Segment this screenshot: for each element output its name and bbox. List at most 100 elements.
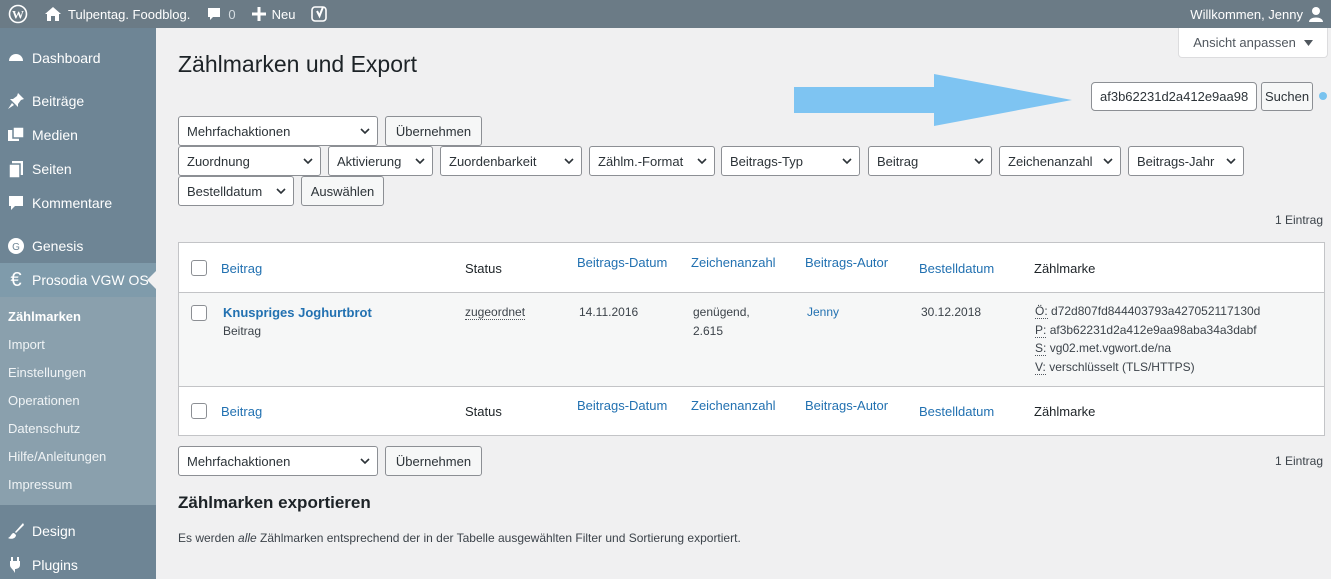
filter-label: Beitrags-Typ: [730, 153, 803, 169]
filter-apply-button[interactable]: Auswählen: [301, 176, 384, 206]
filter-beitrags-typ[interactable]: Beitrags-Typ: [721, 146, 860, 176]
caret-down-icon: [1303, 39, 1313, 46]
chevron-down-icon: [1103, 158, 1113, 165]
filter-label: Zuordnung: [187, 153, 250, 169]
select-all-checkbox-bottom[interactable]: [191, 403, 207, 419]
filter-beitrags-jahr[interactable]: Beitrags-Jahr: [1128, 146, 1244, 176]
submenu-einstellungen[interactable]: Einstellungen: [0, 359, 156, 387]
order-date: 30.12.2018: [921, 305, 982, 319]
screen-options-label: Ansicht anpassen: [1193, 35, 1296, 50]
comments-count: 0: [228, 6, 236, 22]
char-count-value: 2.615: [693, 324, 724, 338]
filter-zeichenanzahl[interactable]: Zeichenanzahl: [999, 146, 1121, 176]
token-value: d72d807fd844403793a427052117130d: [1051, 304, 1261, 318]
filter-bestelldatum[interactable]: Bestelldatum: [178, 176, 294, 206]
filter-label: Aktivierung: [337, 153, 402, 169]
welcome-text: Willkommen, Jenny: [1190, 6, 1303, 22]
select-all-checkbox[interactable]: [191, 260, 207, 276]
bulk-actions-select-bottom[interactable]: Mehrfachaktionen: [178, 446, 378, 476]
column-beitrags-datum-footer[interactable]: Beitrags-Datum: [577, 398, 667, 413]
filter-beitrag[interactable]: Beitrag: [868, 146, 992, 176]
chevron-down-icon: [415, 158, 425, 165]
filter-aktivierung[interactable]: Aktivierung: [328, 146, 433, 176]
filter-zuordenbarkeit[interactable]: Zuordenbarkeit: [440, 146, 582, 176]
submenu-hilfe[interactable]: Hilfe/Anleitungen: [0, 443, 156, 471]
menu-plugins[interactable]: Plugins: [0, 548, 156, 579]
site-name-link[interactable]: Tulpentag. Foodblog.: [36, 0, 198, 28]
submenu-zaehlmarken[interactable]: Zählmarken: [0, 303, 156, 331]
comment-icon: [208, 8, 221, 20]
comments-link[interactable]: 0: [198, 0, 243, 28]
menu-label: Genesis: [32, 238, 84, 254]
menu-comments[interactable]: Kommentare: [0, 186, 156, 220]
item-count-top: 1 Eintrag: [1275, 213, 1324, 227]
author-link[interactable]: Jenny: [807, 305, 839, 319]
token-server-line: S: vg02.met.vgwort.de/na: [1035, 339, 1260, 358]
search-button[interactable]: Suchen: [1261, 82, 1313, 111]
menu-genesis[interactable]: G Genesis: [0, 229, 156, 263]
chevron-down-icon: [276, 188, 286, 195]
table-row: Knuspriges Joghurtbrot Beitrag zugeordne…: [179, 292, 1324, 387]
token-key: S:: [1035, 341, 1047, 356]
filter-label: Zeichenanzahl: [1008, 153, 1093, 169]
menu-label: Seiten: [32, 161, 72, 177]
apply-button-bottom[interactable]: Übernehmen: [385, 446, 482, 476]
row-checkbox[interactable]: [191, 305, 207, 321]
svg-text:G: G: [12, 242, 20, 253]
bulk-actions-select-top[interactable]: Mehrfachaktionen: [178, 116, 378, 146]
export-description: Es werden alle Zählmarken entsprechend d…: [178, 531, 741, 545]
status-value: zugeordnet: [465, 305, 526, 320]
export-heading: Zählmarken exportieren: [178, 493, 371, 512]
chevron-down-icon: [1226, 158, 1236, 165]
column-beitrags-datum[interactable]: Beitrags-Datum: [577, 255, 667, 270]
menu-label: Beiträge: [32, 93, 85, 109]
column-zaehlmarke: Zählmarke: [1034, 261, 1096, 276]
token-key: Ö:: [1035, 304, 1048, 319]
filter-zaehlm-format[interactable]: Zählm.-Format: [589, 146, 715, 176]
column-bestelldatum-footer[interactable]: Bestelldatum: [919, 404, 994, 419]
column-zeichenanzahl-footer[interactable]: Zeichenanzahl: [691, 398, 776, 413]
filter-zuordnung[interactable]: Zuordnung: [178, 146, 321, 176]
menu-dashboard[interactable]: Dashboard: [0, 41, 156, 75]
submenu-import[interactable]: Import: [0, 331, 156, 359]
desc-text: Es werden: [178, 531, 239, 545]
menu-label: Design: [32, 523, 76, 539]
post-title-link[interactable]: Knuspriges Joghurtbrot: [223, 305, 372, 320]
filter-label: Beitrags-Jahr: [1137, 153, 1215, 169]
new-content-link[interactable]: Neu: [244, 0, 304, 28]
column-beitrags-autor-footer[interactable]: Beitrags-Autor: [805, 398, 888, 413]
pages-icon: [6, 159, 26, 179]
search-input[interactable]: [1091, 82, 1257, 111]
menu-posts[interactable]: Beiträge: [0, 84, 156, 118]
column-bestelldatum[interactable]: Bestelldatum: [919, 261, 994, 276]
account-menu[interactable]: Willkommen, Jenny: [1182, 0, 1331, 28]
menu-label: Dashboard: [32, 50, 101, 66]
pin-icon: [6, 91, 26, 111]
submenu-datenschutz[interactable]: Datenschutz: [0, 415, 156, 443]
site-name: Tulpentag. Foodblog.: [68, 6, 191, 22]
chevron-down-icon: [697, 158, 707, 165]
user-icon: [1309, 7, 1323, 22]
column-beitrag-footer[interactable]: Beitrag: [221, 404, 262, 419]
bulk-actions-label: Mehrfachaktionen: [187, 123, 291, 139]
wordpress-logo-icon[interactable]: W: [0, 0, 36, 28]
yoast-icon[interactable]: [303, 0, 337, 28]
column-zeichenanzahl[interactable]: Zeichenanzahl: [691, 255, 776, 270]
menu-prosodia[interactable]: € Prosodia VGW OS: [0, 263, 156, 297]
screen-options-button[interactable]: Ansicht anpassen: [1178, 28, 1328, 58]
column-beitrags-autor[interactable]: Beitrags-Autor: [805, 255, 888, 270]
desc-emphasis: alle: [238, 531, 257, 545]
chevron-down-icon: [564, 158, 574, 165]
menu-media[interactable]: Medien: [0, 118, 156, 152]
token-public-line: Ö: d72d807fd844403793a427052117130d: [1035, 302, 1260, 321]
column-beitrag[interactable]: Beitrag: [221, 261, 262, 276]
menu-pages[interactable]: Seiten: [0, 152, 156, 186]
main-content: Ansicht anpassen Zählmarken und Export S…: [156, 28, 1331, 579]
menu-design[interactable]: Design: [0, 514, 156, 548]
apply-button-top[interactable]: Übernehmen: [385, 116, 482, 146]
filter-label: Zuordenbarkeit: [449, 153, 537, 169]
menu-label: Kommentare: [32, 195, 113, 211]
submenu-impressum[interactable]: Impressum: [0, 471, 156, 499]
submenu-operationen[interactable]: Operationen: [0, 387, 156, 415]
svg-text:W: W: [12, 8, 24, 22]
